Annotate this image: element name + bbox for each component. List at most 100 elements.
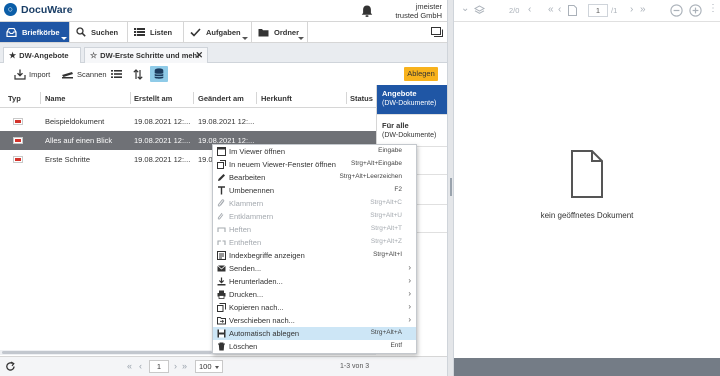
clip-icon (217, 199, 225, 207)
menu-item-open-in-viewer[interactable]: Im Viewer öffnen Eingabe (213, 145, 416, 158)
chevron-down-icon[interactable]: ⌄ (461, 3, 469, 14)
splitter-grip-icon[interactable] (450, 178, 452, 196)
column-header-name[interactable]: Name (45, 94, 65, 103)
menu-item-shortcut: Strg+Alt+Z (370, 238, 402, 245)
scanner-icon (62, 71, 73, 78)
menu-item-shortcut: Strg+Alt+A (370, 329, 402, 336)
zoom-in-icon[interactable] (689, 4, 702, 17)
user-info[interactable]: jmeister trusted GmbH (380, 2, 442, 20)
checkmark-icon (190, 27, 201, 37)
next-page-icon[interactable]: › (174, 361, 177, 371)
nav-label: Suchen (91, 27, 119, 37)
window-layout-icon[interactable] (431, 27, 443, 37)
last-page-icon[interactable]: » (182, 361, 187, 371)
list-icon (134, 28, 145, 36)
basket-item-fuer-alle[interactable]: Für alle (DW-Dokumente) (377, 117, 448, 147)
column-header-herkunft[interactable]: Herkunft (261, 94, 292, 103)
menu-item-shortcut: Strg+Alt+Leerzeichen (339, 173, 402, 180)
staple-icon (217, 227, 226, 232)
menu-item-print[interactable]: Drucken... › (213, 288, 416, 301)
tab-dw-angebote[interactable]: ★ DW-Angebote (3, 47, 81, 63)
column-divider[interactable] (346, 92, 347, 104)
nav-ordner[interactable]: Ordner (252, 22, 308, 42)
menu-item-open-new-window[interactable]: In neuem Viewer-Fenster öffnen Strg+Alt+… (213, 158, 416, 171)
menu-item-download[interactable]: Herunterladen... › (213, 275, 416, 288)
refresh-icon[interactable] (5, 361, 16, 372)
bell-icon[interactable] (360, 4, 374, 18)
menu-item-label: Verschieben nach... (229, 316, 295, 325)
viewer-icon (217, 147, 226, 156)
column-header-status[interactable]: Status (350, 94, 373, 103)
menu-item-rename[interactable]: Umbenennen F2 (213, 184, 416, 197)
nav-listen[interactable]: Listen (128, 22, 184, 42)
scrollbar-thumb[interactable] (2, 351, 212, 354)
pane-splitter[interactable] (447, 0, 454, 376)
viewer-status-bar (454, 358, 720, 376)
viewer-toolbar: ⌄ 2/0 ‹ « ‹ 1 /1 › » ⋮ (454, 0, 720, 22)
next-page-icon[interactable]: › (630, 4, 633, 15)
page-size-select[interactable]: 100 (195, 360, 223, 373)
last-page-icon[interactable]: » (640, 4, 646, 15)
nav-suchen[interactable]: Suchen (70, 22, 128, 42)
viewer-page-input[interactable]: 1 (588, 4, 608, 17)
menu-item-staple: Heften Strg+Alt+T (213, 223, 416, 236)
previous-document-icon[interactable]: ‹ (528, 4, 531, 15)
more-icon[interactable]: ⋮ (708, 3, 718, 14)
previous-page-icon[interactable]: ‹ (139, 361, 142, 371)
pagination-bar: « ‹ 1 › » 100 1-3 von 3 (0, 356, 447, 376)
column-header-typ[interactable]: Typ (8, 94, 21, 103)
menu-item-edit[interactable]: Bearbeiten Strg+Alt+Leerzeichen (213, 171, 416, 184)
menu-item-label: Heften (229, 225, 252, 234)
column-divider[interactable] (193, 92, 194, 104)
page-size-value: 100 (199, 362, 212, 371)
cell-name: Beispieldokument (45, 117, 105, 126)
tab-dw-erste-schritte[interactable]: ☆ DW-Erste Schritte und mehr ✕ (84, 47, 208, 63)
menu-item-send[interactable]: Senden... › (213, 262, 416, 275)
layers-icon[interactable] (474, 5, 485, 16)
menu-item-label: Entheften (229, 238, 262, 247)
pdf-file-icon (13, 118, 23, 125)
move-icon (217, 317, 226, 325)
menu-item-label: Automatisch ablegen (229, 329, 300, 338)
menu-item-copy-to[interactable]: Kopieren nach... › (213, 301, 416, 314)
table-row[interactable]: Beispieldokument 19.08.2021 12:... 19.08… (0, 112, 376, 131)
new-window-icon (217, 160, 226, 169)
column-header-erstellt[interactable]: Erstellt am (134, 94, 172, 103)
menu-item-shortcut: Strg+Alt+I (373, 251, 402, 258)
nav-briefkoerbe[interactable]: Briefkörbe (0, 22, 70, 42)
page-number-input[interactable]: 1 (149, 360, 169, 373)
chevron-down-icon (215, 366, 219, 369)
menu-item-auto-file[interactable]: Automatisch ablegen Strg+Alt+A (213, 327, 416, 340)
nav-aufgaben[interactable]: Aufgaben (184, 22, 252, 42)
menu-item-delete[interactable]: Löschen Entf (213, 340, 416, 353)
nav-label: Ordner (274, 27, 300, 37)
column-divider[interactable] (256, 92, 257, 104)
database-button[interactable] (150, 66, 168, 82)
first-page-icon[interactable]: « (548, 4, 554, 15)
zoom-out-icon[interactable] (670, 4, 683, 17)
close-icon[interactable]: ✕ (195, 50, 203, 61)
column-divider[interactable] (130, 92, 131, 104)
basket-item-angebote[interactable]: Angebote (DW-Dokumente) (377, 85, 448, 115)
menu-item-show-index[interactable]: Indexbegriffe anzeigen Strg+Alt+I (213, 249, 416, 262)
submenu-arrow-icon: › (408, 263, 411, 272)
column-divider[interactable] (40, 92, 41, 104)
menu-item-shortcut: Strg+Alt+Eingabe (351, 160, 402, 167)
import-button[interactable]: Import (14, 66, 50, 82)
basket-item-sub: (DW-Dokumente) (382, 100, 437, 107)
scan-button[interactable]: Scannen (61, 66, 107, 82)
menu-item-move-to[interactable]: Verschieben nach... › (213, 314, 416, 327)
menu-item-label: Löschen (229, 342, 258, 351)
mail-icon (217, 265, 226, 272)
auto-file-icon (217, 329, 226, 338)
result-count: 1-3 von 3 (340, 363, 370, 370)
dropdown-caret-icon (242, 37, 248, 40)
import-label: Import (29, 69, 51, 79)
previous-page-icon[interactable]: ‹ (558, 4, 561, 15)
first-page-icon[interactable]: « (127, 361, 132, 371)
list-view-button[interactable] (111, 66, 122, 82)
column-header-geaendert[interactable]: Geändert am (198, 94, 244, 103)
menu-item-shortcut: Strg+Alt+T (370, 225, 402, 232)
file-button[interactable]: Ablegen (404, 67, 438, 81)
sort-button[interactable] (133, 66, 143, 82)
